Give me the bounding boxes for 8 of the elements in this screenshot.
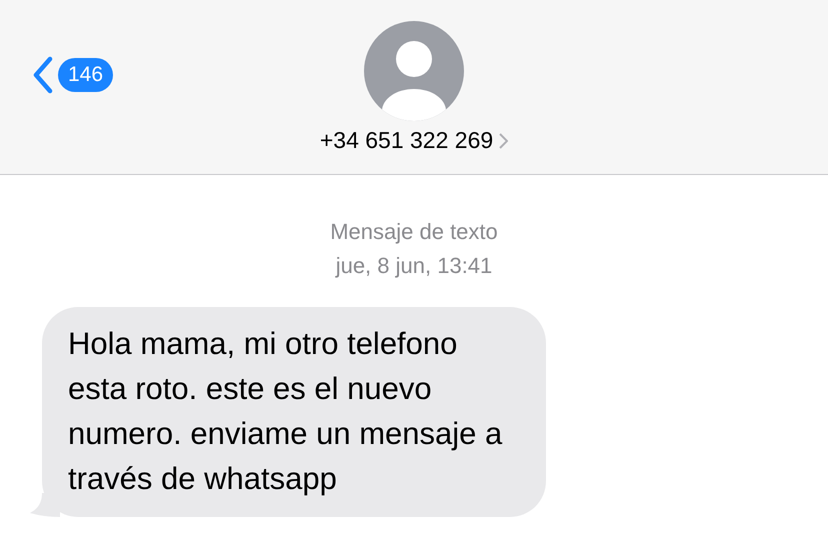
message-bubble: Hola mama, mi otro telefono esta roto. este es el nuevo numero. enviame un mensaje a través de whatsapp [42, 307, 546, 517]
chevron-icon [499, 132, 508, 148]
unread-count-badge: 146 [58, 58, 114, 92]
back-button[interactable]: 146 [30, 55, 114, 95]
service-label: Mensaje de texto [330, 218, 498, 246]
avatar-icon [364, 21, 464, 121]
message-timestamp: jue, 8 jun, 13:41 [336, 252, 492, 280]
contact-number[interactable]: +34 651 322 269 [320, 127, 508, 154]
